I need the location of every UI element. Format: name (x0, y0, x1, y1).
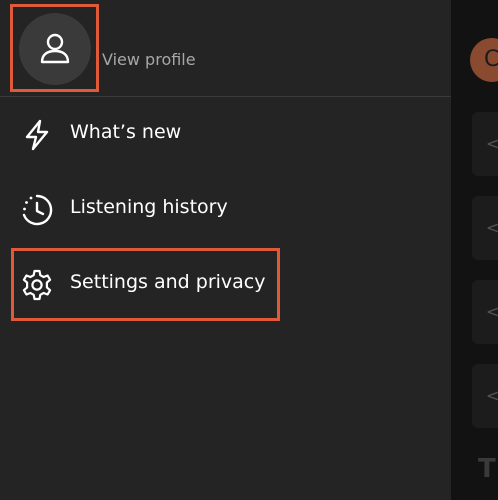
chevron-icon: < (486, 302, 498, 321)
background-card[interactable]: < (472, 196, 498, 260)
menu-item-listening-history[interactable]: Listening history (0, 180, 451, 238)
background-avatar[interactable]: C (470, 38, 498, 82)
background-card[interactable]: < (472, 364, 498, 428)
chevron-icon: < (486, 218, 498, 237)
side-drawer: · · · · · · View profile What’s new (0, 0, 451, 500)
gear-icon (22, 269, 52, 301)
background-heading: T (478, 454, 496, 484)
menu-item-label: What’s new (70, 121, 182, 143)
background-card[interactable]: < (472, 112, 498, 176)
lightning-icon (25, 119, 49, 151)
profile-name: · · · · · · (102, 0, 201, 11)
background-card[interactable]: < (472, 280, 498, 344)
chevron-icon: < (486, 134, 498, 153)
screen: C < < < < T · · · · · · View profile Wha… (0, 0, 498, 500)
view-profile-link[interactable]: View profile (102, 50, 196, 69)
menu-item-label: Settings and privacy (70, 271, 266, 293)
person-icon (40, 33, 70, 64)
history-icon (22, 194, 53, 226)
profile-avatar[interactable] (19, 13, 91, 85)
chevron-icon: < (486, 386, 498, 405)
menu-item-label: Listening history (70, 196, 228, 218)
menu-item-whats-new[interactable]: What’s new (0, 105, 451, 163)
menu-item-settings-and-privacy[interactable]: Settings and privacy (0, 255, 451, 313)
divider (0, 96, 451, 97)
